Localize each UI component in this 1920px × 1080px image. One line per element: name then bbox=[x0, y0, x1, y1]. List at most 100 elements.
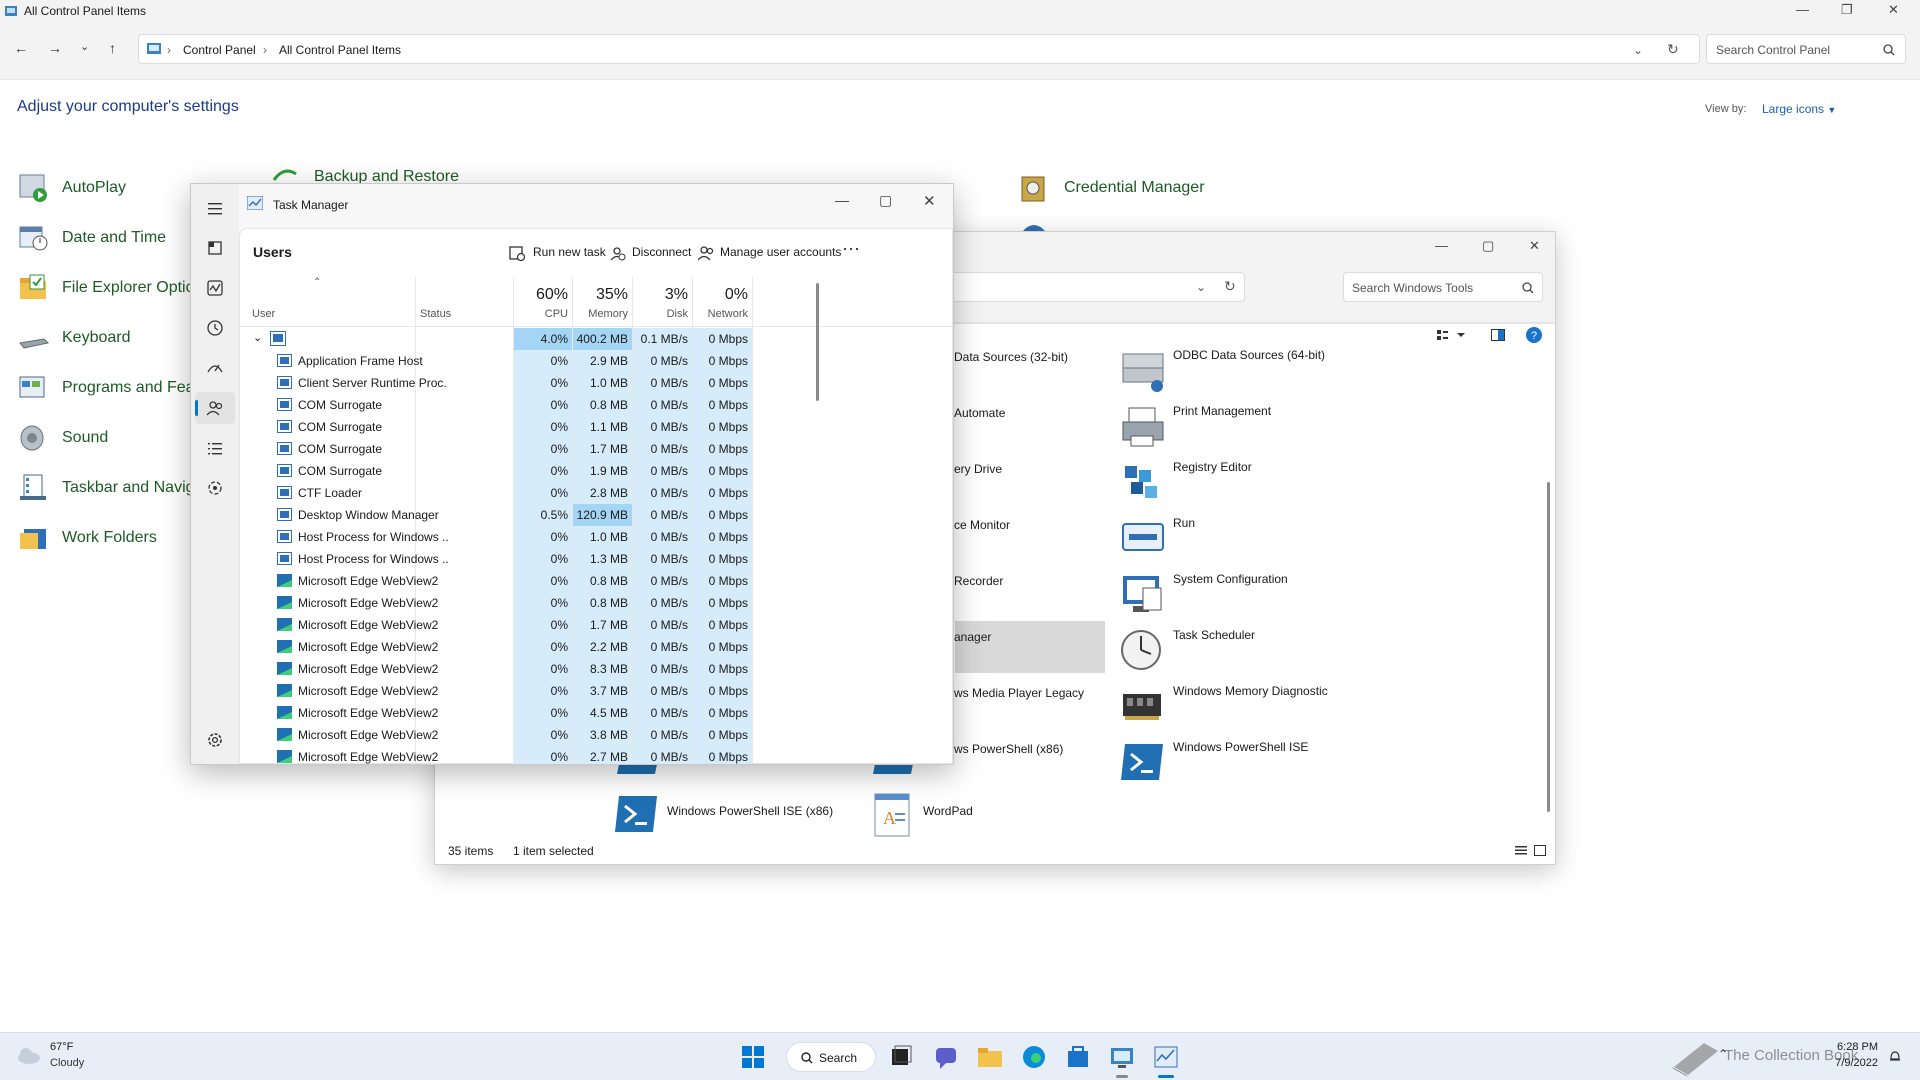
chat-icon[interactable] bbox=[932, 1043, 960, 1071]
tool-label-automate[interactable]: Automate bbox=[954, 406, 1005, 420]
notification-bell-icon[interactable] bbox=[1888, 1049, 1902, 1063]
services-icon[interactable] bbox=[205, 478, 225, 498]
users-icon[interactable] bbox=[205, 398, 225, 418]
close-button[interactable]: ✕ bbox=[923, 192, 936, 210]
taskbar-search-button[interactable]: Search bbox=[786, 1042, 876, 1072]
start-windows-icon[interactable] bbox=[739, 1043, 767, 1071]
table-row[interactable]: Host Process for Windows ... 0% 1.3 MB 0 MB… bbox=[240, 548, 952, 570]
table-row[interactable]: COM Surrogate 0% 1.7 MB 0 MB/s 0 Mbps bbox=[240, 438, 952, 460]
tool-powershell-ise-x86[interactable]: Windows PowerShell ISE (x86) bbox=[613, 792, 873, 842]
address-dropdown-chevron-icon[interactable]: ⌄ bbox=[1196, 280, 1206, 294]
file-explorer-icon[interactable] bbox=[976, 1043, 1004, 1071]
tool-task-scheduler[interactable]: Task Scheduler bbox=[1119, 628, 1379, 678]
table-row[interactable]: Microsoft Edge WebView2 0% 0.8 MB 0 MB/s 0 M… bbox=[240, 592, 952, 614]
table-row[interactable]: Microsoft Edge WebView2 0% 3.7 MB 0 MB/s 0 M… bbox=[240, 680, 952, 702]
control-panel-search-input[interactable]: Search Control Panel bbox=[1706, 34, 1906, 64]
table-row[interactable]: CTF Loader 0% 2.8 MB 0 MB/s 0 Mbps bbox=[240, 482, 952, 504]
table-row[interactable]: Application Frame Host 0% 2.9 MB 0 MB/s 0 Mb… bbox=[240, 350, 952, 372]
table-row[interactable]: Microsoft Edge WebView2 0% 2.2 MB 0 MB/s 0 M… bbox=[240, 636, 952, 658]
memory-value: 1.7 MB bbox=[589, 618, 628, 632]
edge-browser-icon[interactable] bbox=[1020, 1043, 1048, 1071]
minimize-button[interactable]: — bbox=[1435, 238, 1448, 253]
network-value: 0 Mbps bbox=[708, 684, 748, 698]
tool-label-data-sources-32[interactable]: Data Sources (32-bit) bbox=[954, 350, 1068, 364]
performance-icon[interactable] bbox=[205, 278, 225, 298]
breadcrumb-all-items[interactable]: All Control Panel Items bbox=[279, 43, 401, 57]
table-row[interactable]: Microsoft Edge WebView2 0% 8.3 MB 0 MB/s 0 M… bbox=[240, 658, 952, 680]
table-row[interactable]: Microsoft Edge WebView2 0% 1.7 MB 0 MB/s 0 M… bbox=[240, 614, 952, 636]
show-hidden-icons-chevron-icon[interactable]: ⌃ bbox=[1718, 1047, 1728, 1061]
task-view-icon[interactable] bbox=[886, 1043, 914, 1071]
table-row[interactable]: Host Process for Windows ... 0% 1.0 MB 0 MB… bbox=[240, 526, 952, 548]
tool-label-steps-recorder[interactable]: Recorder bbox=[954, 574, 1003, 588]
refresh-icon[interactable]: ↻ bbox=[1667, 41, 1679, 58]
tool-label-media-player-legacy[interactable]: ws Media Player Legacy bbox=[954, 686, 1084, 700]
tool-odbc-64[interactable]: ODBC Data Sources (64-bit) bbox=[1119, 348, 1379, 398]
details-icon[interactable] bbox=[205, 438, 225, 458]
view-options-icon[interactable] bbox=[1437, 328, 1467, 342]
close-button[interactable]: ✕ bbox=[1888, 2, 1899, 18]
tool-wordpad[interactable]: A WordPad bbox=[869, 792, 1129, 842]
process-icon bbox=[277, 354, 292, 367]
tool-label-powershell-x86[interactable]: ws PowerShell (x86) bbox=[954, 742, 1063, 756]
settings-gear-icon[interactable] bbox=[205, 730, 225, 750]
recent-chevron-down-icon[interactable]: ⌄ bbox=[80, 40, 89, 53]
back-arrow-icon[interactable]: ← bbox=[14, 40, 28, 56]
table-row[interactable]: COM Surrogate 0% 1.1 MB 0 MB/s 0 Mbps bbox=[240, 416, 952, 438]
restore-button[interactable]: ❐ bbox=[1841, 2, 1853, 18]
refresh-icon[interactable]: ↻ bbox=[1224, 278, 1236, 295]
large-icons-view-icon[interactable] bbox=[1534, 845, 1546, 856]
tool-powershell-ise[interactable]: Windows PowerShell ISE bbox=[1119, 740, 1379, 790]
search-icon[interactable] bbox=[1883, 44, 1895, 56]
close-button[interactable]: ✕ bbox=[1529, 238, 1540, 254]
up-arrow-icon[interactable]: ↑ bbox=[109, 40, 116, 56]
preview-pane-icon[interactable] bbox=[1491, 329, 1505, 341]
tool-memory-diagnostic[interactable]: Windows Memory Diagnostic bbox=[1119, 684, 1379, 734]
tool-run[interactable]: Run bbox=[1119, 516, 1379, 566]
table-row[interactable]: Microsoft Edge WebView2 0% 3.8 MB 0 MB/s 0 M… bbox=[240, 724, 952, 746]
minimize-button[interactable]: — bbox=[835, 192, 849, 208]
table-row[interactable]: Microsoft Edge WebView2 0% 4.5 MB 0 MB/s 0 M… bbox=[240, 702, 952, 724]
address-bar[interactable]: › Control Panel › All Control Panel Item… bbox=[138, 34, 1700, 64]
tool-label-task-manager[interactable]: anager bbox=[954, 630, 991, 644]
tool-registry-editor[interactable]: Registry Editor bbox=[1119, 460, 1379, 510]
table-row[interactable]: Desktop Window Manager 0.5% 120.9 MB 0 MB/s… bbox=[240, 504, 952, 526]
table-row[interactable]: Microsoft Edge WebView2 0% 0.8 MB 0 MB/s 0 M… bbox=[240, 570, 952, 592]
windows-tools-search-input[interactable]: Search Windows Tools bbox=[1343, 272, 1543, 302]
view-by-dropdown[interactable]: Large icons ▼ bbox=[1762, 102, 1836, 116]
search-icon[interactable] bbox=[1522, 282, 1534, 294]
tool-label-resource-monitor[interactable]: ce Monitor bbox=[954, 518, 1010, 532]
vertical-scrollbar[interactable] bbox=[816, 283, 819, 401]
table-row[interactable]: COM Surrogate 0% 0.8 MB 0 MB/s 0 Mbps bbox=[240, 394, 952, 416]
task-manager-taskbar-icon[interactable] bbox=[1152, 1043, 1180, 1071]
tool-system-configuration[interactable]: System Configuration bbox=[1119, 572, 1379, 622]
address-dropdown-chevron-icon[interactable]: ⌄ bbox=[1633, 43, 1643, 57]
cp-item-credential-manager[interactable]: Credential Manager bbox=[1020, 173, 1280, 203]
control-panel-taskbar-icon[interactable] bbox=[1108, 1043, 1136, 1071]
details-view-icon[interactable] bbox=[1515, 845, 1527, 856]
processes-icon[interactable] bbox=[205, 238, 225, 258]
app-history-icon[interactable] bbox=[205, 318, 225, 338]
table-row[interactable]: Microsoft Edge WebView2 0% 2.7 MB 0 MB/s 0 M… bbox=[240, 746, 952, 764]
weather-temperature[interactable]: 67°F bbox=[50, 1041, 73, 1053]
tool-label-recovery-drive[interactable]: ery Drive bbox=[954, 462, 1002, 476]
help-icon[interactable]: ? bbox=[1526, 327, 1542, 343]
restore-button[interactable]: ▢ bbox=[1482, 238, 1494, 254]
startup-apps-icon[interactable] bbox=[205, 358, 225, 378]
vertical-scrollbar[interactable] bbox=[1547, 482, 1550, 812]
forward-arrow-icon[interactable]: → bbox=[48, 40, 62, 56]
maximize-button[interactable]: ▢ bbox=[879, 192, 892, 209]
tool-label: Windows Memory Diagnostic bbox=[1173, 684, 1328, 698]
store-icon[interactable] bbox=[1064, 1043, 1092, 1071]
clock-time[interactable]: 6:28 PM bbox=[1826, 1041, 1878, 1053]
table-row[interactable]: Client Server Runtime Proc... 0% 1.0 MB 0 M… bbox=[240, 372, 952, 394]
tool-print-management[interactable]: Print Management bbox=[1119, 404, 1379, 454]
hamburger-menu-icon[interactable] bbox=[205, 198, 225, 218]
weather-condition[interactable]: Cloudy bbox=[50, 1057, 84, 1069]
minimize-button[interactable]: — bbox=[1796, 2, 1809, 17]
cloud-weather-icon bbox=[18, 1048, 40, 1064]
table-row[interactable]: COM Surrogate 0% 1.9 MB 0 MB/s 0 Mbps bbox=[240, 460, 952, 482]
cpu-value: 0% bbox=[550, 420, 568, 434]
breadcrumb-control-panel[interactable]: Control Panel bbox=[183, 43, 256, 57]
clock-date[interactable]: 7/9/2022 bbox=[1826, 1057, 1878, 1069]
